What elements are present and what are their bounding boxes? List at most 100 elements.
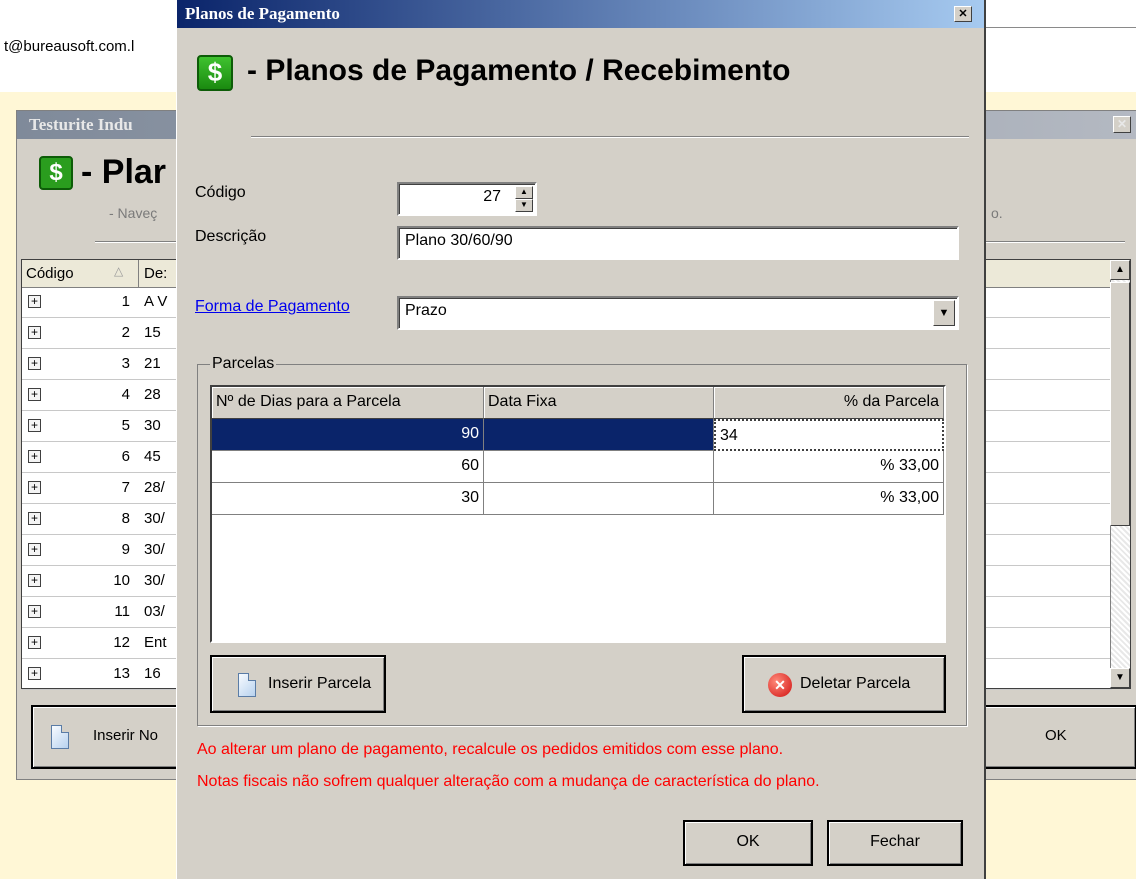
codigo-value: 27 [483,188,501,205]
expand-icon[interactable]: + [28,450,41,463]
parcelas-label: Parcelas [210,355,277,373]
expand-icon[interactable]: + [28,574,41,587]
dialog-titlebar[interactable]: Planos de Pagamento ✕ [177,0,984,28]
forma-pagamento-value: Prazo [405,302,447,319]
column-header-percentual[interactable]: % da Parcela [714,387,944,419]
codigo-label: Código [195,184,246,201]
insert-plan-label: Inserir No [93,727,159,744]
background-subtitle-right: o. [991,205,1003,221]
background-close-icon[interactable]: ✕ [1113,116,1131,133]
background-subtitle: - Naveç [109,205,158,221]
plan-code: 10 [113,572,130,589]
expand-icon[interactable]: + [28,295,41,308]
plan-code: 6 [121,448,130,465]
forma-pagamento-link[interactable]: Forma de Pagamento [195,298,350,316]
scroll-up-icon[interactable]: ▲ [1110,260,1130,280]
expand-icon[interactable]: + [28,636,41,649]
warning-text-2: Notas fiscais não sofrem qualquer altera… [197,773,820,790]
header-divider [251,136,969,138]
dollar-icon: $ [39,156,73,190]
expand-icon[interactable]: + [28,512,41,525]
plan-code: 2 [121,324,130,341]
insert-parcela-button[interactable]: Inserir Parcela [210,655,386,713]
expand-icon[interactable]: + [28,543,41,556]
descricao-value: Plano 30/60/90 [405,232,513,249]
plan-description: 15 [144,324,161,341]
plan-code: 9 [121,541,130,558]
codigo-spinner[interactable]: 27 ▲ ▼ [397,182,537,216]
plan-description: 28/ [144,479,165,496]
expand-icon[interactable]: + [28,667,41,680]
plan-code: 3 [121,355,130,372]
chevron-down-icon[interactable]: ▼ [933,300,955,326]
expand-icon[interactable]: + [28,388,41,401]
percentual-cell[interactable]: 34 [714,419,944,451]
dias-cell[interactable]: 60 [212,451,484,483]
background-window-title: Testurite Indu [29,115,133,134]
background-ok-label: OK [1045,727,1067,744]
fechar-label: Fechar [870,833,920,850]
plan-description: Ent [144,634,167,651]
expand-icon[interactable]: + [28,481,41,494]
data-fixa-cell[interactable] [484,483,714,515]
grid-scrollbar[interactable]: ▲ ▼ [1110,260,1130,688]
dias-cell[interactable]: 90 [212,419,484,451]
plan-code: 13 [113,665,130,682]
expand-icon[interactable]: + [28,419,41,432]
close-icon[interactable]: ✕ [954,6,972,22]
column-header-codigo[interactable]: Código [26,265,74,282]
ok-label: OK [736,833,760,850]
descricao-label: Descrição [195,228,267,245]
delete-icon: ✕ [768,673,792,697]
data-fixa-cell[interactable] [484,451,714,483]
page-title: - Planos de Pagamento / Recebimento [247,54,791,87]
column-header-dias[interactable]: Nº de Dias para a Parcela [212,387,484,419]
planos-dialog: Planos de Pagamento ✕ $ - Planos de Paga… [176,0,986,879]
email-text: t@bureausoft.com.l [4,38,135,55]
plan-description: 21 [144,355,161,372]
warning-text-1: Ao alterar um plano de pagamento, recalc… [197,741,784,758]
expand-icon[interactable]: + [28,357,41,370]
expand-icon[interactable]: + [28,326,41,339]
scroll-down-icon[interactable]: ▼ [1110,668,1130,688]
column-header-descricao[interactable]: De: [144,265,167,282]
percentual-cell[interactable]: % 33,00 [714,451,944,483]
expand-icon[interactable]: + [28,605,41,618]
spin-down-icon[interactable]: ▼ [515,199,533,212]
background-page-title: - Plar [81,153,167,191]
background-ok-button[interactable]: OK [977,705,1136,769]
plan-code: 11 [114,603,130,620]
new-document-icon [51,725,69,749]
insert-parcela-label: Inserir Parcela [268,675,372,692]
descricao-field[interactable]: Plano 30/60/90 [397,226,959,260]
plan-code: 7 [121,479,130,496]
parcelas-group: Parcelas Nº de Dias para a Parcela Data … [197,355,967,726]
percentual-cell[interactable]: % 33,00 [714,483,944,515]
plan-code: 4 [121,386,130,403]
data-fixa-cell[interactable] [484,419,714,451]
plan-code: 5 [121,417,130,434]
fechar-button[interactable]: Fechar [827,820,963,866]
plan-description: 30/ [144,572,165,589]
column-header-data-fixa[interactable]: Data Fixa [484,387,714,419]
plan-description: 30/ [144,541,165,558]
plan-description: A V [144,293,168,310]
plan-description: 16 [144,665,161,682]
plan-code: 1 [121,293,130,310]
plan-description: 30/ [144,510,165,527]
plan-code: 8 [121,510,130,527]
column-separator [138,260,139,288]
dialog-title: Planos de Pagamento [185,4,340,23]
spin-up-icon[interactable]: ▲ [515,186,533,199]
new-document-icon [238,673,256,697]
plan-description: 45 [144,448,161,465]
forma-pagamento-select[interactable]: Prazo ▼ [397,296,959,330]
sort-ascending-icon: △ [114,264,124,278]
plan-description: 03/ [144,603,165,620]
codigo-spin-buttons[interactable]: ▲ ▼ [515,186,533,212]
dias-cell[interactable]: 30 [212,483,484,515]
ok-button[interactable]: OK [683,820,813,866]
parcelas-table[interactable]: Nº de Dias para a Parcela Data Fixa % da… [210,385,946,643]
delete-parcela-button[interactable]: ✕ Deletar Parcela [742,655,946,713]
scroll-thumb[interactable] [1110,282,1130,526]
